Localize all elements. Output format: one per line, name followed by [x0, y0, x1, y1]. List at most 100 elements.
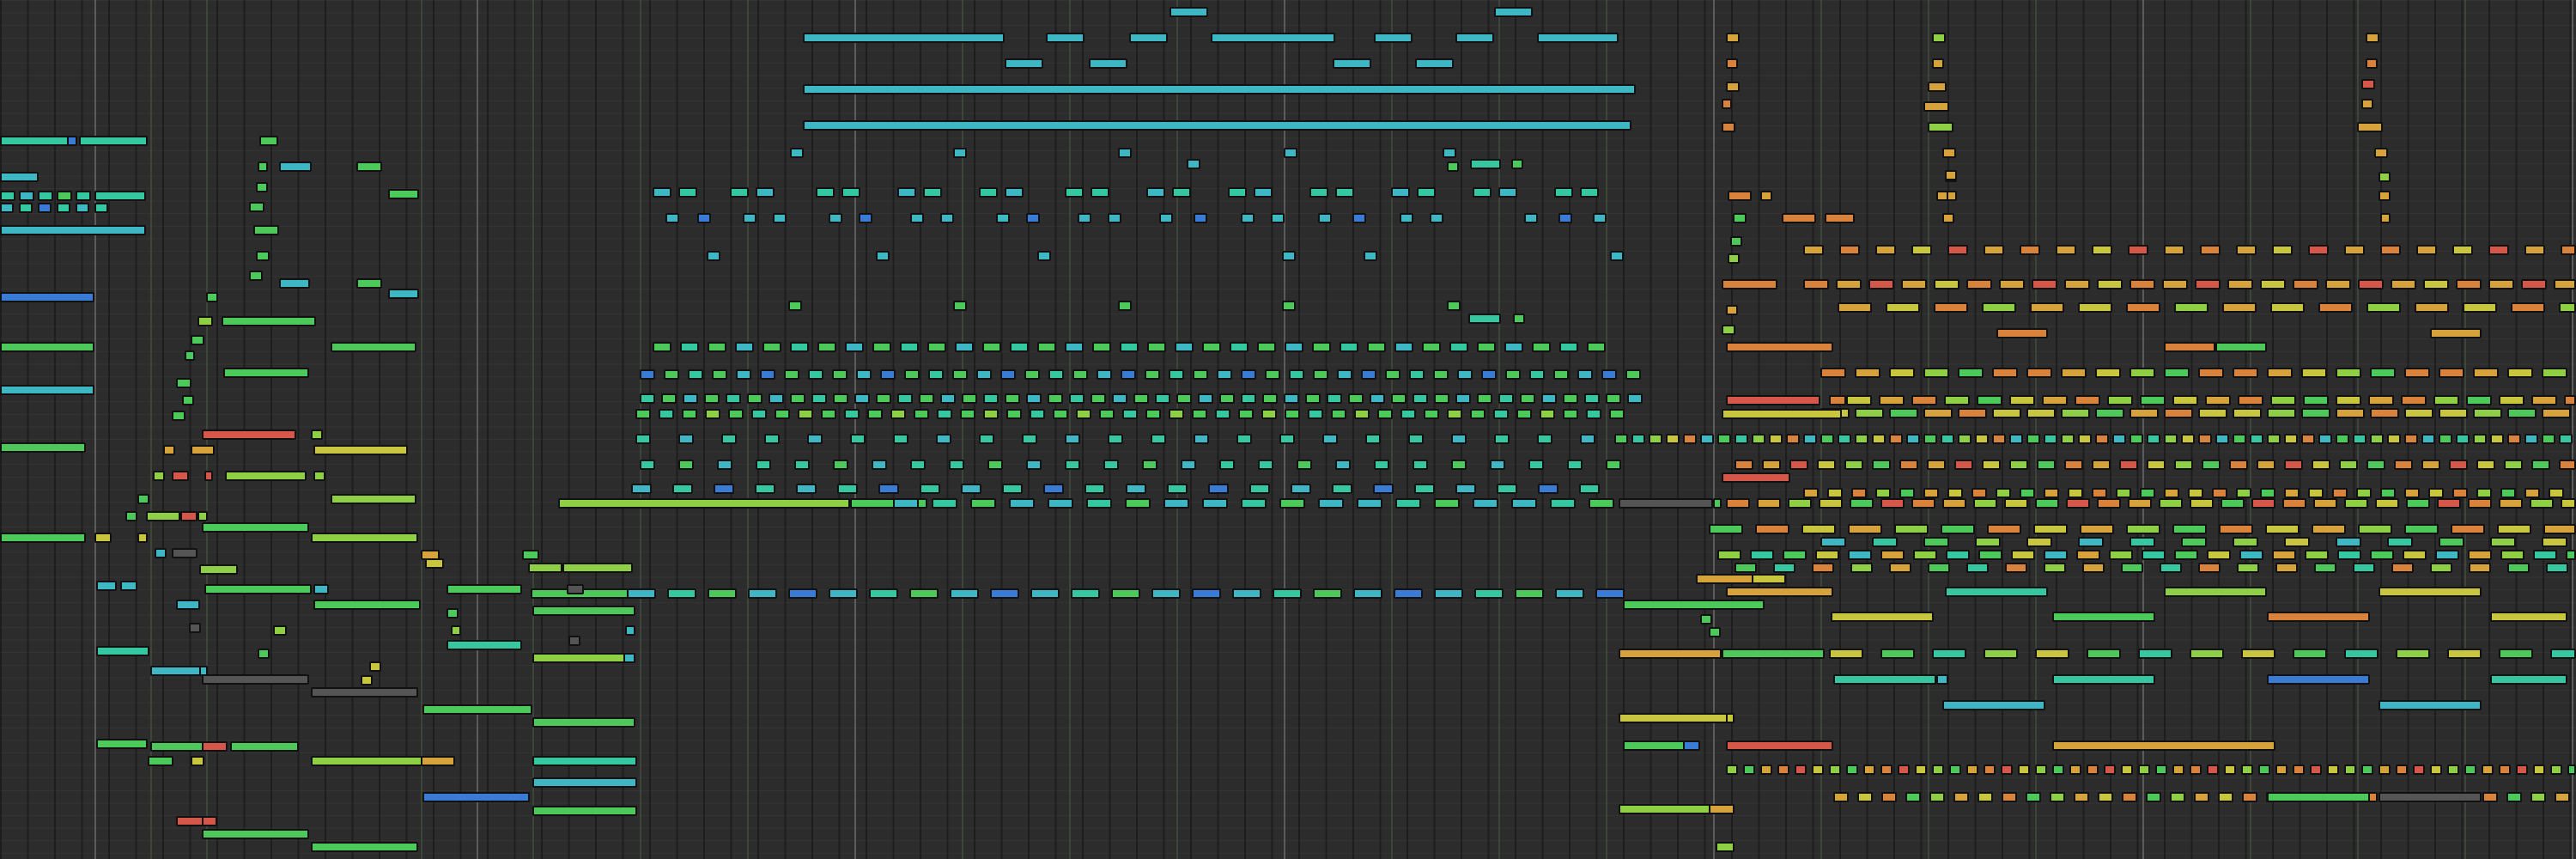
midi-note[interactable] [1497, 484, 1517, 494]
midi-note[interactable] [979, 434, 994, 444]
midi-note[interactable] [532, 777, 637, 788]
midi-note[interactable] [735, 342, 754, 352]
midi-note[interactable] [1284, 393, 1299, 404]
midi-note[interactable] [2009, 434, 2023, 444]
midi-note[interactable] [2430, 563, 2452, 573]
midi-note[interactable] [2555, 792, 2570, 802]
midi-note[interactable] [1194, 434, 1209, 444]
midi-note[interactable] [1923, 368, 1949, 378]
midi-note[interactable] [1923, 434, 1937, 444]
midi-note[interactable] [1722, 99, 1732, 109]
midi-note[interactable] [2421, 460, 2440, 470]
midi-note[interactable] [2160, 563, 2182, 573]
midi-note[interactable] [923, 187, 942, 198]
midi-note[interactable] [1236, 434, 1252, 444]
midi-note[interactable] [2530, 498, 2554, 509]
midi-note[interactable] [2129, 368, 2155, 378]
midi-note[interactable] [0, 191, 15, 201]
midi-note[interactable] [2293, 649, 2327, 659]
midi-note[interactable] [909, 588, 939, 599]
midi-note[interactable] [2061, 408, 2090, 418]
midi-note[interactable] [1473, 187, 1492, 198]
midi-note[interactable] [1022, 434, 1037, 444]
midi-note[interactable] [1048, 498, 1073, 509]
midi-note[interactable] [880, 369, 896, 380]
midi-note[interactable] [1365, 434, 1381, 444]
midi-note[interactable] [172, 411, 185, 421]
midi-note[interactable] [1126, 484, 1146, 494]
midi-note[interactable] [2379, 765, 2391, 775]
midi-note[interactable] [1005, 187, 1024, 198]
midi-note[interactable] [1829, 765, 1841, 775]
midi-note[interactable] [1271, 213, 1285, 223]
midi-note[interactable] [1726, 33, 1740, 43]
midi-note[interactable] [1587, 342, 1606, 352]
midi-note[interactable] [1498, 393, 1514, 404]
midi-note[interactable] [1726, 587, 1833, 597]
midi-note[interactable] [1142, 460, 1157, 470]
midi-note[interactable] [1609, 409, 1625, 419]
midi-note[interactable] [1065, 187, 1084, 198]
midi-note[interactable] [2380, 488, 2396, 498]
midi-note[interactable] [1394, 588, 1423, 599]
midi-note[interactable] [1313, 588, 1342, 599]
midi-note[interactable] [2542, 434, 2555, 444]
midi-note[interactable] [2121, 563, 2143, 573]
midi-note[interactable] [1053, 409, 1068, 419]
midi-note[interactable] [1850, 498, 1874, 509]
midi-note[interactable] [2564, 395, 2576, 405]
midi-note[interactable] [1433, 369, 1449, 380]
midi-note[interactable] [1623, 740, 1692, 751]
midi-note[interactable] [1829, 395, 1846, 405]
midi-note[interactable] [94, 533, 112, 543]
midi-note[interactable] [1198, 393, 1213, 404]
midi-note[interactable] [2074, 792, 2089, 802]
midi-note[interactable] [1069, 393, 1084, 404]
midi-note[interactable] [717, 460, 732, 470]
midi-note[interactable] [728, 409, 744, 419]
midi-note[interactable] [1623, 600, 1765, 610]
midi-note[interactable] [2275, 563, 2298, 573]
midi-note[interactable] [1337, 369, 1352, 380]
midi-note[interactable] [1735, 460, 1753, 470]
midi-note[interactable] [1332, 484, 1352, 494]
midi-note[interactable] [2164, 488, 2179, 498]
midi-note[interactable] [1987, 524, 2021, 534]
midi-note[interactable] [2344, 765, 2356, 775]
midi-note[interactable] [202, 741, 228, 752]
midi-note[interactable] [1468, 314, 1501, 324]
midi-note[interactable] [2005, 563, 2027, 573]
midi-note[interactable] [1923, 537, 1949, 547]
midi-note[interactable] [987, 460, 1003, 470]
midi-note[interactable] [2080, 524, 2114, 534]
midi-note[interactable] [2336, 537, 2361, 547]
midi-note[interactable] [1118, 148, 1132, 158]
midi-note[interactable] [2404, 488, 2420, 498]
midi-note[interactable] [1273, 588, 1302, 599]
midi-note[interactable] [920, 484, 940, 494]
midi-note[interactable] [1120, 342, 1139, 352]
midi-note[interactable] [1619, 498, 1713, 509]
midi-note[interactable] [2172, 524, 2207, 534]
midi-note[interactable] [361, 675, 373, 685]
midi-note[interactable] [532, 756, 637, 766]
midi-note[interactable] [2188, 488, 2203, 498]
midi-note[interactable] [2250, 434, 2263, 444]
midi-note[interactable] [356, 278, 382, 289]
midi-note[interactable] [2267, 674, 2370, 685]
midi-note[interactable] [1899, 488, 1915, 498]
midi-note[interactable] [1262, 393, 1278, 404]
midi-note[interactable] [1133, 393, 1149, 404]
midi-note[interactable] [803, 33, 1005, 43]
midi-note[interactable] [705, 409, 720, 419]
midi-note[interactable] [1181, 460, 1196, 470]
midi-note[interactable] [2112, 434, 2126, 444]
midi-note[interactable] [1455, 484, 1476, 494]
midi-note[interactable] [1999, 279, 2025, 289]
midi-note[interactable] [222, 316, 316, 326]
midi-note[interactable] [2504, 460, 2523, 470]
midi-note[interactable] [2198, 368, 2224, 378]
midi-note[interactable] [2507, 434, 2521, 444]
midi-note[interactable] [1318, 498, 1344, 509]
midi-note[interactable] [1982, 460, 2001, 470]
